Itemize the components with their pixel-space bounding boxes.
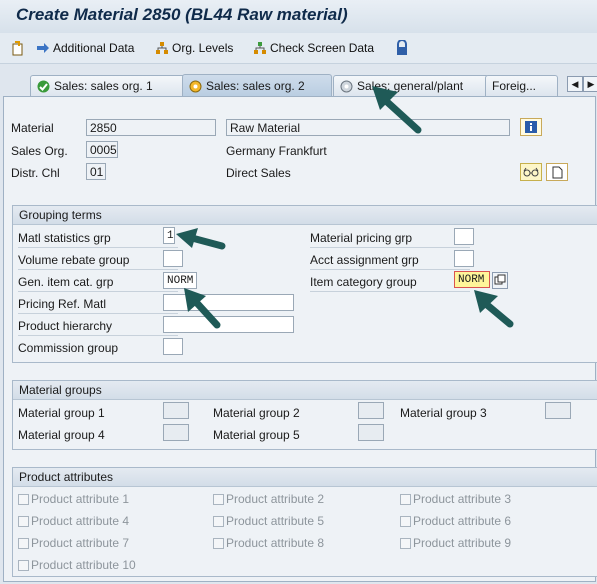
annotation-arrows [176, 86, 514, 329]
